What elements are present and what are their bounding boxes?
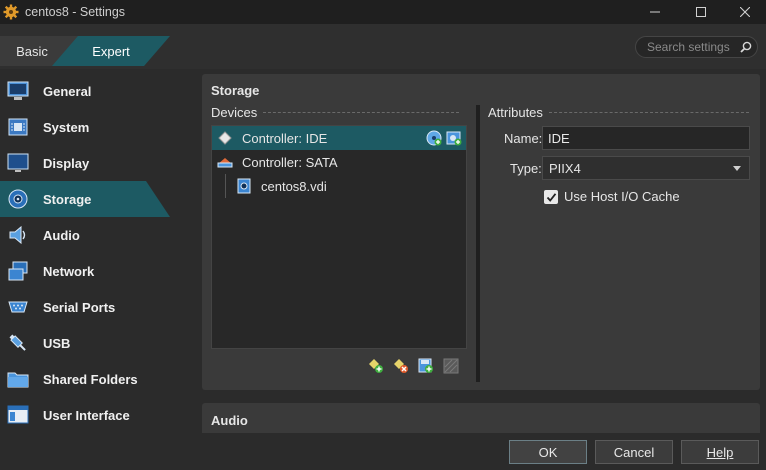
type-label: Type:: [510, 161, 542, 176]
maximize-icon[interactable]: [678, 0, 724, 24]
network-icon: [6, 259, 30, 283]
remove-controller-icon[interactable]: [393, 358, 409, 374]
host-io-cache-checkbox[interactable]: [544, 190, 558, 204]
cancel-button[interactable]: Cancel: [595, 440, 673, 464]
audio-section-title: Audio: [211, 413, 248, 428]
tree-item-label: Controller: IDE: [242, 130, 328, 146]
ok-button[interactable]: OK: [509, 440, 587, 464]
sidebar-item-user-interface[interactable]: User Interface: [0, 397, 200, 433]
tree-connector: [225, 174, 226, 198]
minimize-icon[interactable]: [632, 0, 678, 24]
type-select[interactable]: PIIX4: [542, 156, 750, 180]
sidebar-item-label: Display: [43, 155, 90, 171]
sidebar-item-shared-folders[interactable]: Shared Folders: [0, 361, 200, 397]
help-button[interactable]: Help: [681, 440, 759, 464]
sidebar-item-storage[interactable]: Storage: [0, 181, 170, 217]
add-attachment-icon[interactable]: [418, 358, 434, 374]
usb-icon: [6, 331, 30, 355]
search-icon[interactable]: [740, 41, 752, 53]
sidebar-item-general[interactable]: General: [0, 73, 200, 109]
help-button-label: Help: [706, 444, 734, 460]
sidebar-item-label: Storage: [43, 191, 92, 207]
sidebar-item-label: User Interface: [43, 407, 130, 423]
sidebar-item-label: System: [43, 119, 90, 135]
host-io-cache-label[interactable]: Use Host I/O Cache: [564, 189, 680, 204]
sidebar-item-label: Audio: [43, 227, 80, 243]
ide-controller-icon: [217, 130, 233, 146]
sidebar-item-label: Shared Folders: [43, 371, 138, 387]
tree-item-disk[interactable]: centos8.vdi: [212, 174, 466, 198]
settings-sidebar: General System Display Storage Audio Net…: [0, 73, 200, 433]
audio-icon: [6, 223, 30, 247]
sidebar-item-serial-ports[interactable]: Serial Ports: [0, 289, 200, 325]
add-controller-icon[interactable]: [368, 358, 384, 374]
title-bar: centos8 - Settings: [0, 0, 766, 24]
user-interface-icon: [6, 403, 30, 427]
search-box[interactable]: [635, 36, 758, 58]
sidebar-item-label: Network: [43, 263, 95, 279]
tree-item-label: centos8.vdi: [261, 178, 327, 194]
chevron-down-icon: [733, 166, 741, 171]
name-label: Name:: [504, 131, 543, 146]
storage-icon: [6, 187, 30, 211]
panel-splitter[interactable]: [476, 105, 480, 382]
attributes-label: Attributes: [488, 105, 543, 120]
close-icon[interactable]: [722, 0, 766, 24]
sidebar-item-label: General: [43, 83, 92, 99]
window-title: centos8 - Settings: [25, 5, 126, 19]
checkmark-icon: [546, 192, 556, 202]
hard-disk-icon: [236, 178, 252, 194]
sidebar-item-display[interactable]: Display: [0, 145, 200, 181]
system-icon: [6, 115, 30, 139]
mode-bar: Basic Expert: [0, 24, 766, 69]
attributes-header: Attributes: [488, 105, 750, 120]
name-field-wrapper[interactable]: [542, 126, 750, 150]
storage-tree[interactable]: Controller: IDE Controller: SATA centos8…: [211, 125, 467, 349]
devices-separator: [263, 112, 460, 113]
audio-panel: Audio: [202, 403, 760, 433]
sidebar-item-audio[interactable]: Audio: [0, 217, 200, 253]
sidebar-item-network[interactable]: Network: [0, 253, 200, 289]
remove-attachment-icon[interactable]: [443, 358, 459, 374]
type-select-value: PIIX4: [549, 160, 581, 176]
shared-folders-icon: [6, 367, 30, 391]
sidebar-item-label: USB: [43, 335, 71, 351]
sidebar-item-usb[interactable]: USB: [0, 325, 200, 361]
sata-controller-icon: [217, 154, 233, 170]
add-optical-drive-icon[interactable]: [426, 130, 442, 146]
tree-item-controller-ide[interactable]: Controller: IDE: [212, 126, 466, 150]
gear-icon: [3, 4, 19, 20]
name-field[interactable]: [548, 130, 743, 146]
serial-ports-icon: [6, 295, 30, 319]
storage-panel: Storage Devices Controller: IDE Controll…: [202, 74, 760, 390]
attributes-separator: [548, 112, 749, 113]
devices-header: Devices: [211, 105, 467, 120]
sidebar-item-system[interactable]: System: [0, 109, 200, 145]
devices-label: Devices: [211, 105, 258, 120]
tree-item-label: Controller: SATA: [242, 154, 338, 170]
display-icon: [6, 151, 30, 175]
sidebar-item-label: Serial Ports: [43, 299, 116, 315]
general-icon: [6, 79, 30, 103]
page-title: Storage: [211, 83, 260, 98]
tree-item-controller-sata[interactable]: Controller: SATA: [212, 150, 466, 174]
add-hard-disk-icon[interactable]: [446, 130, 462, 146]
search-input[interactable]: [647, 40, 739, 54]
